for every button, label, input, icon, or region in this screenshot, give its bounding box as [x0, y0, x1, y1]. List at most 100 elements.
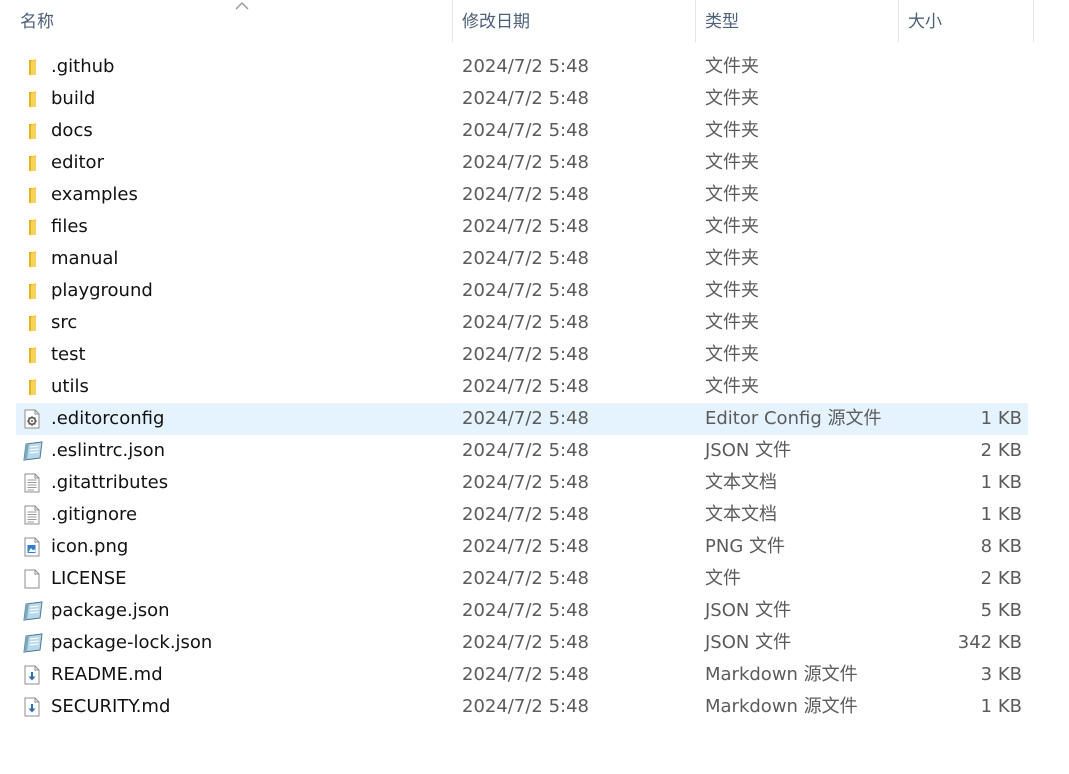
- blank-file-icon: [22, 569, 42, 589]
- file-row[interactable]: package-lock.json 2024/7/2 5:48 JSON 文件 342…: [16, 627, 1028, 659]
- file-type: 文件夹: [705, 56, 759, 77]
- file-modified-date: 2024/7/2 5:48: [462, 536, 589, 557]
- chevron-up-icon: [235, 1, 249, 11]
- file-row[interactable]: build 2024/7/2 5:48 文件夹: [16, 83, 1028, 115]
- file-row[interactable]: playground 2024/7/2 5:48 文件夹: [16, 275, 1028, 307]
- folder-icon: [22, 89, 42, 109]
- file-type: 文件夹: [705, 120, 759, 141]
- file-name: README.md: [51, 664, 163, 685]
- column-header-bar: 名称 修改日期 类型 大小: [0, 0, 1069, 44]
- file-name: icon.png: [51, 536, 129, 557]
- file-row[interactable]: .eslintrc.json 2024/7/2 5:48 JSON 文件 2 KB: [16, 435, 1028, 467]
- file-modified-date: 2024/7/2 5:48: [462, 56, 589, 77]
- file-name: .eslintrc.json: [51, 440, 166, 461]
- file-name: examples: [51, 184, 138, 205]
- file-size: 3 KB: [980, 664, 1022, 685]
- markdown-file-icon: [22, 665, 42, 685]
- column-header-type[interactable]: 类型: [696, 0, 899, 42]
- file-name: SECURITY.md: [51, 696, 171, 717]
- file-row[interactable]: editor 2024/7/2 5:48 文件夹: [16, 147, 1028, 179]
- file-name: playground: [51, 280, 153, 301]
- file-row[interactable]: utils 2024/7/2 5:48 文件夹: [16, 371, 1028, 403]
- folder-icon: [22, 57, 42, 77]
- file-modified-date: 2024/7/2 5:48: [462, 248, 589, 269]
- file-size: 1 KB: [980, 472, 1022, 493]
- json-file-icon: [22, 441, 43, 461]
- folder-icon: [22, 377, 42, 397]
- file-row[interactable]: README.md 2024/7/2 5:48 Markdown 源文件 3 KB: [16, 659, 1028, 691]
- folder-icon: [22, 185, 42, 205]
- json-file-icon: [22, 601, 43, 621]
- file-name: docs: [51, 120, 93, 141]
- file-type: 文本文档: [705, 472, 777, 493]
- file-row[interactable]: examples 2024/7/2 5:48 文件夹: [16, 179, 1028, 211]
- file-size: 1 KB: [980, 504, 1022, 525]
- column-header-size[interactable]: 大小: [899, 0, 1034, 42]
- file-modified-date: 2024/7/2 5:48: [462, 88, 589, 109]
- file-modified-date: 2024/7/2 5:48: [462, 696, 589, 717]
- config-file-icon: [22, 409, 42, 429]
- folder-icon: [22, 121, 42, 141]
- file-size: 1 KB: [980, 408, 1022, 429]
- file-modified-date: 2024/7/2 5:48: [462, 120, 589, 141]
- file-row[interactable]: src 2024/7/2 5:48 文件夹: [16, 307, 1028, 339]
- file-row[interactable]: test 2024/7/2 5:48 文件夹: [16, 339, 1028, 371]
- text-file-icon: [22, 473, 42, 493]
- file-name: test: [51, 344, 86, 365]
- file-type: 文本文档: [705, 504, 777, 525]
- column-header-name-label: 名称: [20, 12, 54, 32]
- file-size: 5 KB: [980, 600, 1022, 621]
- file-size: 1 KB: [980, 696, 1022, 717]
- file-type: 文件: [705, 568, 741, 589]
- file-name: .gitattributes: [51, 472, 169, 493]
- file-row[interactable]: docs 2024/7/2 5:48 文件夹: [16, 115, 1028, 147]
- file-type: JSON 文件: [705, 440, 792, 461]
- column-header-name[interactable]: 名称: [11, 0, 453, 42]
- column-header-modified-label: 修改日期: [462, 12, 530, 32]
- file-modified-date: 2024/7/2 5:48: [462, 184, 589, 205]
- text-file-icon: [22, 505, 42, 525]
- file-name: package-lock.json: [51, 632, 213, 653]
- file-modified-date: 2024/7/2 5:48: [462, 568, 589, 589]
- file-modified-date: 2024/7/2 5:48: [462, 408, 589, 429]
- file-name: .gitignore: [51, 504, 138, 525]
- folder-icon: [22, 281, 42, 301]
- file-modified-date: 2024/7/2 5:48: [462, 472, 589, 493]
- file-modified-date: 2024/7/2 5:48: [462, 280, 589, 301]
- file-row[interactable]: .github 2024/7/2 5:48 文件夹: [16, 51, 1028, 83]
- file-row[interactable]: files 2024/7/2 5:48 文件夹: [16, 211, 1028, 243]
- file-type: PNG 文件: [705, 536, 785, 557]
- file-row[interactable]: package.json 2024/7/2 5:48 JSON 文件 5 KB: [16, 595, 1028, 627]
- file-type: 文件夹: [705, 376, 759, 397]
- file-type: Editor Config 源文件: [705, 408, 882, 429]
- file-modified-date: 2024/7/2 5:48: [462, 376, 589, 397]
- file-type: 文件夹: [705, 344, 759, 365]
- column-header-modified[interactable]: 修改日期: [453, 0, 696, 42]
- file-row[interactable]: .editorconfig 2024/7/2 5:48 Editor Config …: [16, 403, 1028, 435]
- file-name: editor: [51, 152, 104, 173]
- file-type: 文件夹: [705, 88, 759, 109]
- file-type: 文件夹: [705, 248, 759, 269]
- file-modified-date: 2024/7/2 5:48: [462, 632, 589, 653]
- file-name: .github: [51, 56, 115, 77]
- file-modified-date: 2024/7/2 5:48: [462, 344, 589, 365]
- folder-icon: [22, 313, 42, 333]
- file-name: files: [51, 216, 88, 237]
- file-explorer: 名称 修改日期 类型 大小 .github 2024/7/2 5:48 文件夹 bui…: [0, 0, 1069, 774]
- file-row[interactable]: icon.png 2024/7/2 5:48 PNG 文件 8 KB: [16, 531, 1028, 563]
- file-row[interactable]: .gitattributes 2024/7/2 5:48 文本文档 1 KB: [16, 467, 1028, 499]
- file-name: package.json: [51, 600, 170, 621]
- file-modified-date: 2024/7/2 5:48: [462, 504, 589, 525]
- column-header-type-label: 类型: [705, 12, 739, 32]
- file-type: 文件夹: [705, 216, 759, 237]
- file-type: 文件夹: [705, 184, 759, 205]
- image-file-icon: [22, 537, 42, 557]
- file-name: utils: [51, 376, 89, 397]
- file-row[interactable]: LICENSE 2024/7/2 5:48 文件 2 KB: [16, 563, 1028, 595]
- file-modified-date: 2024/7/2 5:48: [462, 664, 589, 685]
- folder-icon: [22, 249, 42, 269]
- file-type: Markdown 源文件: [705, 664, 858, 685]
- file-row[interactable]: .gitignore 2024/7/2 5:48 文本文档 1 KB: [16, 499, 1028, 531]
- file-row[interactable]: SECURITY.md 2024/7/2 5:48 Markdown 源文件 1 KB: [16, 691, 1028, 723]
- file-row[interactable]: manual 2024/7/2 5:48 文件夹: [16, 243, 1028, 275]
